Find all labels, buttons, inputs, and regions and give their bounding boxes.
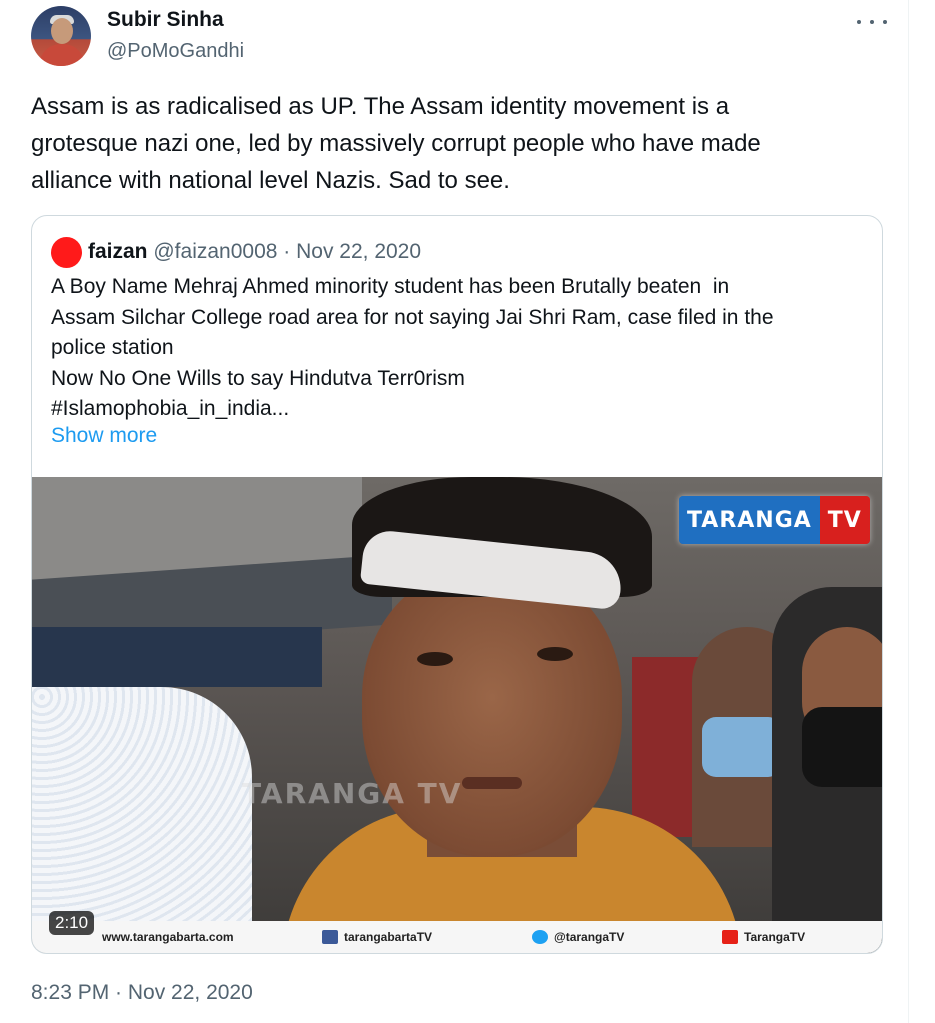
video-subject-face	[362, 567, 622, 857]
video-bystander-right	[772, 587, 882, 953]
quoted-tweet[interactable]: faizan @faizan0008 · Nov 22, 2020 A Boy …	[31, 215, 883, 954]
face-mask	[802, 707, 882, 787]
video-bg-awning	[32, 627, 322, 687]
quoted-text-line: Now No One Wills to say Hindutva Terr0ri…	[51, 366, 465, 390]
footer-youtube: TarangaTV	[722, 930, 805, 944]
tweet-text-line: grotesque nazi one, led by massively cor…	[31, 130, 761, 157]
footer-twitter: @tarangaTV	[532, 930, 722, 944]
author-name[interactable]: Subir Sinha	[107, 8, 224, 32]
quoted-text-line: A Boy Name Mehraj Ahmed minority student…	[51, 275, 730, 298]
tweet-text-line: Assam is as radicalised as UP. The Assam…	[31, 93, 730, 120]
footer-facebook: tarangabartaTV	[322, 930, 532, 944]
subject-eye	[417, 652, 453, 666]
footer-youtube-text: TarangaTV	[744, 930, 806, 944]
video-footer-bar: www.tarangabarta.com tarangabartaTV @tar…	[32, 921, 882, 953]
tweet-text-line: alliance with national level Nazis. Sad …	[31, 167, 510, 194]
quoted-text-line: police station	[51, 336, 174, 359]
video-player[interactable]: TARANGA TV TARANGA TV www.tarangabarta.c…	[32, 477, 882, 953]
more-options-icon[interactable]	[857, 12, 887, 32]
quoted-author-avatar[interactable]	[51, 237, 82, 268]
quoted-author-handle[interactable]: @faizan0008	[153, 240, 277, 263]
quoted-author-name[interactable]: faizan	[88, 240, 148, 263]
footer-website: www.tarangabarta.com	[102, 930, 322, 944]
quoted-tweet-date[interactable]: · Nov 22, 2020	[283, 240, 421, 263]
avatar-face	[51, 18, 73, 44]
channel-logo: TARANGA TV	[679, 496, 870, 544]
footer-facebook-text: tarangabartaTV	[344, 930, 433, 944]
channel-logo-right: TV	[819, 496, 870, 544]
channel-watermark: TARANGA TV	[242, 777, 463, 810]
quoted-tweet-text: A Boy Name Mehraj Ahmed minority student…	[51, 272, 861, 425]
footer-website-text: www.tarangabarta.com	[102, 930, 234, 944]
face-mask	[702, 717, 782, 777]
ellipsis-dot	[883, 20, 887, 24]
facebook-icon	[322, 930, 338, 944]
subject-mouth	[462, 777, 522, 789]
author-handle[interactable]: @PoMoGandhi	[107, 40, 244, 63]
ellipsis-dot	[870, 20, 874, 24]
video-duration: 2:10	[49, 911, 95, 935]
youtube-icon	[722, 930, 738, 944]
ellipsis-dot	[857, 20, 861, 24]
footer-twitter-text: @tarangaTV	[554, 930, 625, 944]
tweet-card: Subir Sinha @PoMoGandhi Assam is as radi…	[0, 0, 909, 1023]
quoted-text-line: Assam Silchar College road area for not …	[51, 305, 774, 329]
tweet-timestamp[interactable]: 8:23 PM · Nov 22, 2020	[31, 981, 253, 1005]
author-avatar[interactable]	[31, 6, 91, 66]
subject-eye	[537, 647, 573, 661]
tweet-text: Assam is as radicalised as UP. The Assam…	[31, 88, 881, 199]
twitter-icon	[532, 930, 548, 944]
channel-logo-left: TARANGA	[679, 496, 820, 544]
quoted-text-line: #Islamophobia_in_india...	[51, 397, 290, 420]
quoted-tweet-header: faizan @faizan0008 · Nov 22, 2020	[88, 237, 421, 267]
show-more-link[interactable]: Show more	[51, 424, 157, 448]
avatar-body	[39, 44, 85, 66]
